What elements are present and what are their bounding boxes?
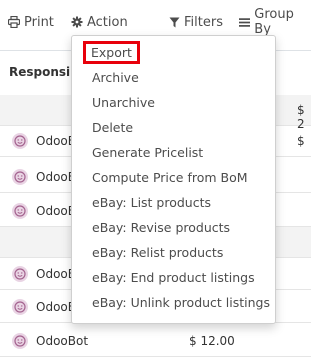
group-by-label: Group By bbox=[254, 7, 294, 37]
smiley-avatar-icon bbox=[12, 299, 28, 315]
row-responsible: OdooE bbox=[36, 134, 76, 148]
menu-item-ebay-unlink-product-listings[interactable]: eBay: Unlink product listings bbox=[72, 291, 275, 315]
menu-item-label: Compute Price from BoM bbox=[92, 170, 248, 185]
menu-item-delete[interactable]: Delete bbox=[72, 116, 275, 140]
printer-icon bbox=[8, 16, 20, 28]
menu-item-archive[interactable]: Archive bbox=[72, 66, 275, 90]
menu-item-ebay-list-products[interactable]: eBay: List products bbox=[72, 191, 275, 215]
menu-item-ebay-end-product-listings[interactable]: eBay: End product listings bbox=[72, 266, 275, 290]
menu-item-generate-pricelist[interactable]: Generate Pricelist bbox=[72, 141, 275, 165]
menu-item-label: eBay: End product listings bbox=[92, 270, 255, 285]
menu-item-unarchive[interactable]: Unarchive bbox=[72, 91, 275, 115]
action-dropdown-menu: Export Archive Unarchive Delete Generate… bbox=[71, 35, 276, 324]
action-label: Action bbox=[87, 14, 128, 30]
menu-item-label: Delete bbox=[92, 120, 134, 135]
table-row[interactable]: OdooBot $ 12.00 bbox=[0, 326, 311, 357]
menu-item-label: Generate Pricelist bbox=[92, 145, 204, 160]
menu-item-label: eBay: Unlink product listings bbox=[92, 295, 271, 310]
row-price: $ 12.00 bbox=[189, 334, 235, 348]
smiley-avatar-icon bbox=[12, 133, 28, 149]
menu-item-label: eBay: Revise products bbox=[92, 220, 231, 235]
smiley-avatar-icon bbox=[12, 333, 28, 349]
group-by-button[interactable]: Group By bbox=[239, 7, 311, 37]
menu-item-label: Archive bbox=[92, 70, 139, 85]
menu-item-export[interactable]: Export bbox=[72, 41, 275, 65]
filters-label: Filters bbox=[184, 14, 223, 30]
row-responsible: OdooE bbox=[36, 267, 76, 281]
smiley-avatar-icon bbox=[12, 169, 28, 185]
menu-item-compute-price-from-bom[interactable]: Compute Price from BoM bbox=[72, 166, 275, 190]
smiley-avatar-icon bbox=[12, 203, 28, 219]
menu-item-ebay-relist-products[interactable]: eBay: Relist products bbox=[72, 241, 275, 265]
action-button[interactable]: Action bbox=[71, 13, 128, 31]
list-icon bbox=[239, 17, 251, 27]
print-label: Print bbox=[24, 14, 54, 30]
menu-item-label: Export bbox=[83, 41, 140, 64]
row-price-edge: $ bbox=[297, 134, 305, 148]
print-button[interactable]: Print bbox=[8, 13, 54, 31]
menu-item-label: eBay: List products bbox=[92, 195, 212, 210]
column-header-responsible[interactable]: Responsib bbox=[9, 65, 79, 79]
row-responsible: OdooBot bbox=[36, 334, 89, 348]
row-responsible: OdooE bbox=[36, 170, 76, 184]
filter-icon bbox=[169, 17, 180, 27]
gear-icon bbox=[71, 16, 83, 28]
filters-button[interactable]: Filters bbox=[169, 13, 223, 31]
row-responsible: OdooE bbox=[36, 204, 76, 218]
menu-item-label: eBay: Relist products bbox=[92, 245, 224, 260]
menu-item-ebay-revise-products[interactable]: eBay: Revise products bbox=[72, 216, 275, 240]
smiley-avatar-icon bbox=[12, 266, 28, 282]
menu-item-label: Unarchive bbox=[92, 95, 155, 110]
row-responsible: OdooE bbox=[36, 300, 76, 314]
